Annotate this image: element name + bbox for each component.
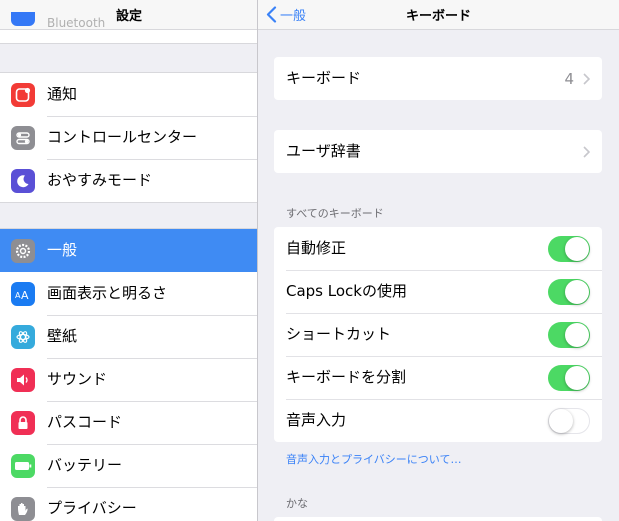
switch-knob bbox=[549, 409, 573, 433]
moon-icon bbox=[11, 169, 35, 193]
auto-correction-row: 自動修正 bbox=[274, 227, 602, 270]
page-title: キーボード bbox=[405, 9, 471, 24]
sidebar-group-notifications: 通知 コントロールセンター おやすみモード bbox=[0, 72, 257, 203]
sidebar-item-wallpaper[interactable]: 壁紙 bbox=[0, 315, 257, 358]
sidebar-item-general[interactable]: 一般 bbox=[0, 229, 257, 272]
caps-lock-label: Caps Lockの使用 bbox=[286, 282, 407, 300]
notifications-icon bbox=[11, 83, 35, 107]
sidebar-item-privacy[interactable]: プライバシー bbox=[0, 487, 257, 521]
shortcuts-row: ショートカット bbox=[274, 313, 602, 356]
gear-icon bbox=[11, 239, 35, 263]
dictation-privacy-link[interactable]: 音声入力とプライバシーについて… bbox=[286, 451, 461, 467]
navigation-bar: 一般 キーボード bbox=[258, 0, 619, 30]
keyboards-card: キーボード 4 bbox=[274, 57, 602, 100]
sidebar-item-label: バッテリー bbox=[47, 456, 123, 474]
chevron-right-icon bbox=[583, 73, 590, 85]
dictation-label: 音声入力 bbox=[286, 411, 347, 429]
split-keyboard-label: キーボードを分割 bbox=[286, 368, 407, 386]
switch-knob bbox=[565, 237, 589, 261]
shortcuts-label: ショートカット bbox=[286, 325, 392, 343]
switch-knob bbox=[565, 323, 589, 347]
all-keyboards-header: すべてのキーボード bbox=[286, 207, 384, 220]
keyboards-row[interactable]: キーボード 4 bbox=[274, 57, 602, 100]
lock-icon bbox=[11, 411, 35, 435]
sidebar-item-notifications[interactable]: 通知 bbox=[0, 73, 257, 116]
sidebar-item-label: おやすみモード bbox=[47, 171, 153, 189]
hand-icon bbox=[11, 497, 35, 521]
wallpaper-icon bbox=[11, 325, 35, 349]
keyboards-count: 4 bbox=[564, 70, 574, 88]
split-keyboard-switch[interactable] bbox=[548, 365, 590, 391]
sidebar-item-label: サウンド bbox=[47, 370, 108, 388]
user-dictionary-row[interactable]: ユーザ辞書 bbox=[274, 130, 602, 173]
battery-icon bbox=[11, 454, 35, 478]
switch-knob bbox=[565, 280, 589, 304]
sidebar-item-sounds[interactable]: サウンド bbox=[0, 358, 257, 401]
dictation-switch[interactable] bbox=[548, 408, 590, 434]
auto-correction-switch[interactable] bbox=[548, 236, 590, 262]
sidebar-item-label: 画面表示と明るさ bbox=[47, 284, 168, 302]
caps-lock-row: Caps Lockの使用 bbox=[274, 270, 602, 313]
kana-header: かな bbox=[286, 497, 308, 510]
sidebar-item-label: 一般 bbox=[47, 241, 78, 259]
sidebar-title: 設定 bbox=[115, 9, 142, 24]
switch-knob bbox=[565, 366, 589, 390]
sidebar-item-display-brightness[interactable]: AA 画面表示と明るさ bbox=[0, 272, 257, 315]
auto-correction-label: 自動修正 bbox=[286, 239, 347, 257]
dictionary-card: ユーザ辞書 bbox=[274, 130, 602, 173]
svg-text:A: A bbox=[21, 289, 29, 301]
control-center-icon bbox=[11, 126, 35, 150]
sidebar-item-bluetooth[interactable] bbox=[0, 30, 257, 44]
sidebar-item-control-center[interactable]: コントロールセンター bbox=[0, 116, 257, 159]
shortcuts-switch[interactable] bbox=[548, 322, 590, 348]
speaker-icon bbox=[11, 368, 35, 392]
sidebar-item-label: パスコード bbox=[47, 413, 123, 431]
all-keyboards-card: 自動修正 Caps Lockの使用 ショートカット キーボードを分割 音声入力 bbox=[274, 227, 602, 442]
sidebar-group-general: 一般 AA 画面表示と明るさ 壁紙 サウンド パスコード バッテリー プライバシ… bbox=[0, 228, 257, 521]
display-brightness-icon: AA bbox=[11, 282, 35, 306]
sidebar-item-battery[interactable]: バッテリー bbox=[0, 444, 257, 487]
sidebar-item-label: 通知 bbox=[47, 85, 78, 103]
sidebar-item-do-not-disturb[interactable]: おやすみモード bbox=[0, 159, 257, 202]
sidebar-header: Bluetooth 設定 bbox=[0, 0, 257, 30]
sidebar-item-passcode[interactable]: パスコード bbox=[0, 401, 257, 444]
settings-sidebar: Bluetooth 設定 通知 コントロールセンター おやすみモード 一般 A … bbox=[0, 0, 258, 521]
sidebar-item-label: コントロールセンター bbox=[47, 128, 198, 146]
keyboard-settings-pane: 一般 キーボード キーボード 4 ユーザ辞書 すべてのキーボード 自動修正 Ca… bbox=[258, 0, 619, 521]
split-keyboard-row: キーボードを分割 bbox=[274, 356, 602, 399]
dictation-row: 音声入力 bbox=[274, 399, 602, 442]
kana-card bbox=[274, 517, 602, 521]
keyboards-row-label: キーボード bbox=[286, 69, 362, 87]
caps-lock-switch[interactable] bbox=[548, 279, 590, 305]
sidebar-item-label: プライバシー bbox=[47, 499, 137, 517]
user-dictionary-label: ユーザ辞書 bbox=[286, 142, 361, 160]
chevron-right-icon bbox=[583, 146, 590, 158]
sidebar-item-label: 壁紙 bbox=[47, 327, 78, 345]
